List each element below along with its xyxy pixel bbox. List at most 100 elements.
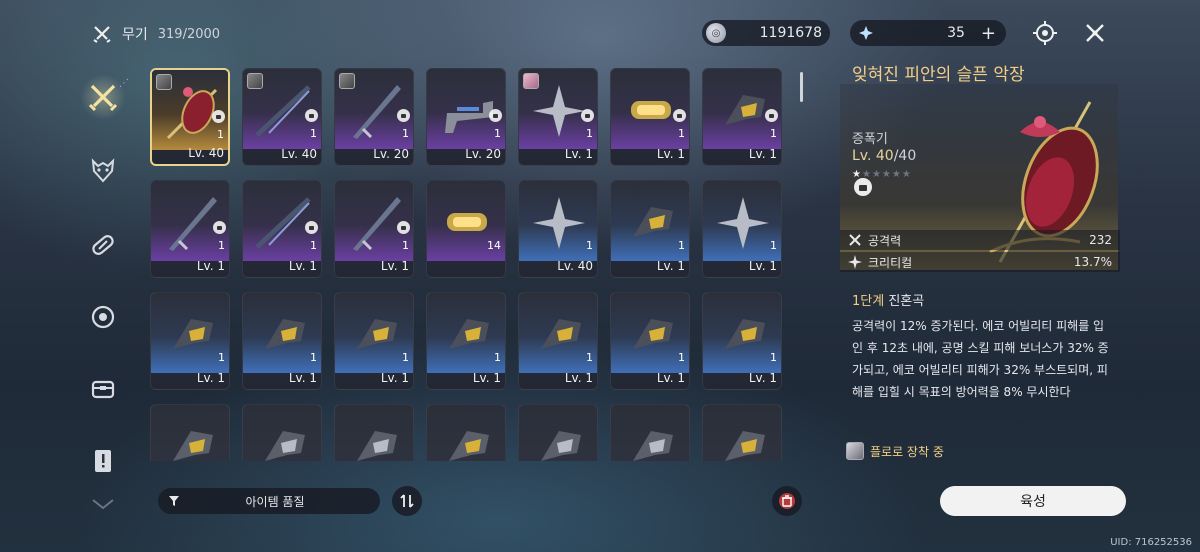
- inventory-item[interactable]: 1 Lv. 1: [610, 68, 690, 166]
- inventory-item[interactable]: 1 Lv. 1: [702, 292, 782, 390]
- inventory-item[interactable]: 1 Lv. 20: [426, 68, 506, 166]
- inventory-item[interactable]: [334, 404, 414, 461]
- quality-filter[interactable]: 아이템 품질: [158, 488, 380, 514]
- inventory-item[interactable]: 1 Lv. 40: [518, 180, 598, 278]
- weapon-thumbnail: [725, 319, 765, 349]
- weapon-thumbnail: [541, 319, 581, 349]
- add-stamina-button[interactable]: +: [981, 23, 996, 44]
- close-button[interactable]: [1080, 18, 1110, 48]
- item-level: Lv. 1: [656, 147, 685, 161]
- inventory-scrollbar[interactable]: [800, 72, 803, 102]
- weapon-thumbnail: [541, 431, 581, 461]
- item-quantity: 1: [586, 239, 593, 252]
- inventory-item[interactable]: 1 Lv. 1: [518, 68, 598, 166]
- weapon-thumbnail: [357, 319, 397, 349]
- sidebar-item-materials[interactable]: [80, 222, 126, 268]
- inventory-item[interactable]: 1 Lv. 1: [702, 68, 782, 166]
- category-header: 무기 319/2000: [92, 24, 220, 44]
- star-icon: ★: [901, 169, 912, 180]
- lock-icon: [489, 109, 502, 122]
- weapon-thumbnail: [353, 197, 401, 251]
- lock-icon: [673, 109, 686, 122]
- sort-arrows-icon: [400, 494, 414, 508]
- trash-icon: [779, 493, 795, 509]
- stat-name: 공격력: [868, 233, 902, 248]
- character-avatar: [846, 442, 864, 460]
- star-icon: ★: [881, 169, 892, 180]
- item-quantity: 1: [310, 127, 317, 140]
- inventory-item[interactable]: 1 Lv. 1: [518, 292, 598, 390]
- sidebar-item-weapons[interactable]: ⋰: [80, 74, 129, 120]
- delete-button[interactable]: [772, 486, 802, 516]
- upgrade-button[interactable]: 육성: [940, 486, 1126, 516]
- close-icon: [1086, 24, 1104, 42]
- item-level: Lv. 20: [373, 147, 409, 161]
- item-quantity: 1: [494, 127, 501, 140]
- lock-toggle-icon[interactable]: [854, 178, 872, 196]
- inventory-item[interactable]: 1 Lv. 1: [334, 180, 414, 278]
- item-quantity: 1: [494, 351, 501, 364]
- item-quantity: 1: [586, 351, 593, 364]
- bird-icon: [92, 499, 114, 510]
- inventory-item[interactable]: [518, 404, 598, 461]
- capsule-icon: [92, 235, 114, 255]
- item-quantity: 1: [402, 239, 409, 252]
- inventory-item[interactable]: 1 Lv. 1: [150, 292, 230, 390]
- starburst-icon: [848, 255, 862, 269]
- inventory-item[interactable]: [150, 404, 230, 461]
- inventory-item[interactable]: 1 Lv. 1: [702, 180, 782, 278]
- passive-header: 1단계 진혼곡: [852, 290, 1112, 309]
- item-level: Lv. 1: [380, 371, 409, 385]
- sidebar-item-echoes[interactable]: [80, 148, 126, 194]
- star-icon: ★: [891, 169, 902, 180]
- item-level: Lv. 1: [656, 371, 685, 385]
- sidebar-item-devices[interactable]: [80, 294, 126, 340]
- crossed-swords-icon: [93, 26, 111, 43]
- sort-order-button[interactable]: [392, 486, 422, 516]
- inventory-item[interactable]: 1 Lv. 1: [610, 292, 690, 390]
- weapon-thumbnail: [173, 431, 213, 461]
- stamina-value: 35: [947, 25, 965, 41]
- target-icon: [1033, 21, 1057, 45]
- inventory-item[interactable]: 1 Lv. 40: [150, 68, 230, 166]
- star-icon: ★: [871, 169, 882, 180]
- item-quantity: 14: [487, 239, 501, 252]
- equipped-by[interactable]: 플로로 장착 중: [846, 442, 944, 460]
- crystal-icon: [859, 26, 873, 40]
- inventory-item[interactable]: 1 Lv. 20: [334, 68, 414, 166]
- inventory-item[interactable]: 1 Lv. 40: [242, 68, 322, 166]
- equipped-by-label: 플로로 장착 중: [870, 444, 944, 459]
- sidebar-item-quest-items[interactable]: [80, 438, 126, 484]
- item-quantity: 1: [310, 239, 317, 252]
- item-quantity: 1: [770, 127, 777, 140]
- inventory-item[interactable]: 1 Lv. 1: [610, 180, 690, 278]
- coin-icon: ◎: [706, 23, 726, 43]
- target-settings-button[interactable]: [1030, 18, 1060, 48]
- stat-value: 232: [1089, 233, 1112, 247]
- weapon-thumbnail: [725, 95, 765, 125]
- inventory-item[interactable]: [242, 404, 322, 461]
- filter-icon: [169, 496, 179, 506]
- inventory-item[interactable]: 1 Lv. 1: [242, 292, 322, 390]
- inventory-item[interactable]: 1 Lv. 1: [334, 292, 414, 390]
- inventory-item[interactable]: 1 Lv. 1: [150, 180, 230, 278]
- inventory-item[interactable]: [702, 404, 782, 461]
- inventory-item[interactable]: 14: [426, 180, 506, 278]
- inventory-item[interactable]: 1 Lv. 1: [426, 292, 506, 390]
- stamina-display: 35 +: [850, 20, 1006, 46]
- demon-mask-icon: [91, 158, 115, 183]
- item-level: Lv. 20: [465, 147, 501, 161]
- inventory-item[interactable]: [610, 404, 690, 461]
- sidebar-item-more[interactable]: [80, 490, 126, 520]
- owner-portrait: [339, 73, 355, 89]
- currency-value: 1191678: [759, 25, 822, 41]
- item-level: Lv. 40: [188, 146, 224, 160]
- weapon-thumbnail: [449, 319, 489, 349]
- sidebar-item-supplies[interactable]: [80, 366, 126, 412]
- inventory-item[interactable]: 1 Lv. 1: [242, 180, 322, 278]
- gear-eye-icon: [91, 305, 115, 329]
- inventory-grid: 1 Lv. 40 1 Lv. 40 1 Lv. 20 1 Lv. 20 1 Lv. 1 1 Lv. 1…: [150, 66, 802, 461]
- chest-icon: [91, 380, 115, 399]
- inventory-item[interactable]: [426, 404, 506, 461]
- passive-rank: 1단계: [852, 294, 885, 309]
